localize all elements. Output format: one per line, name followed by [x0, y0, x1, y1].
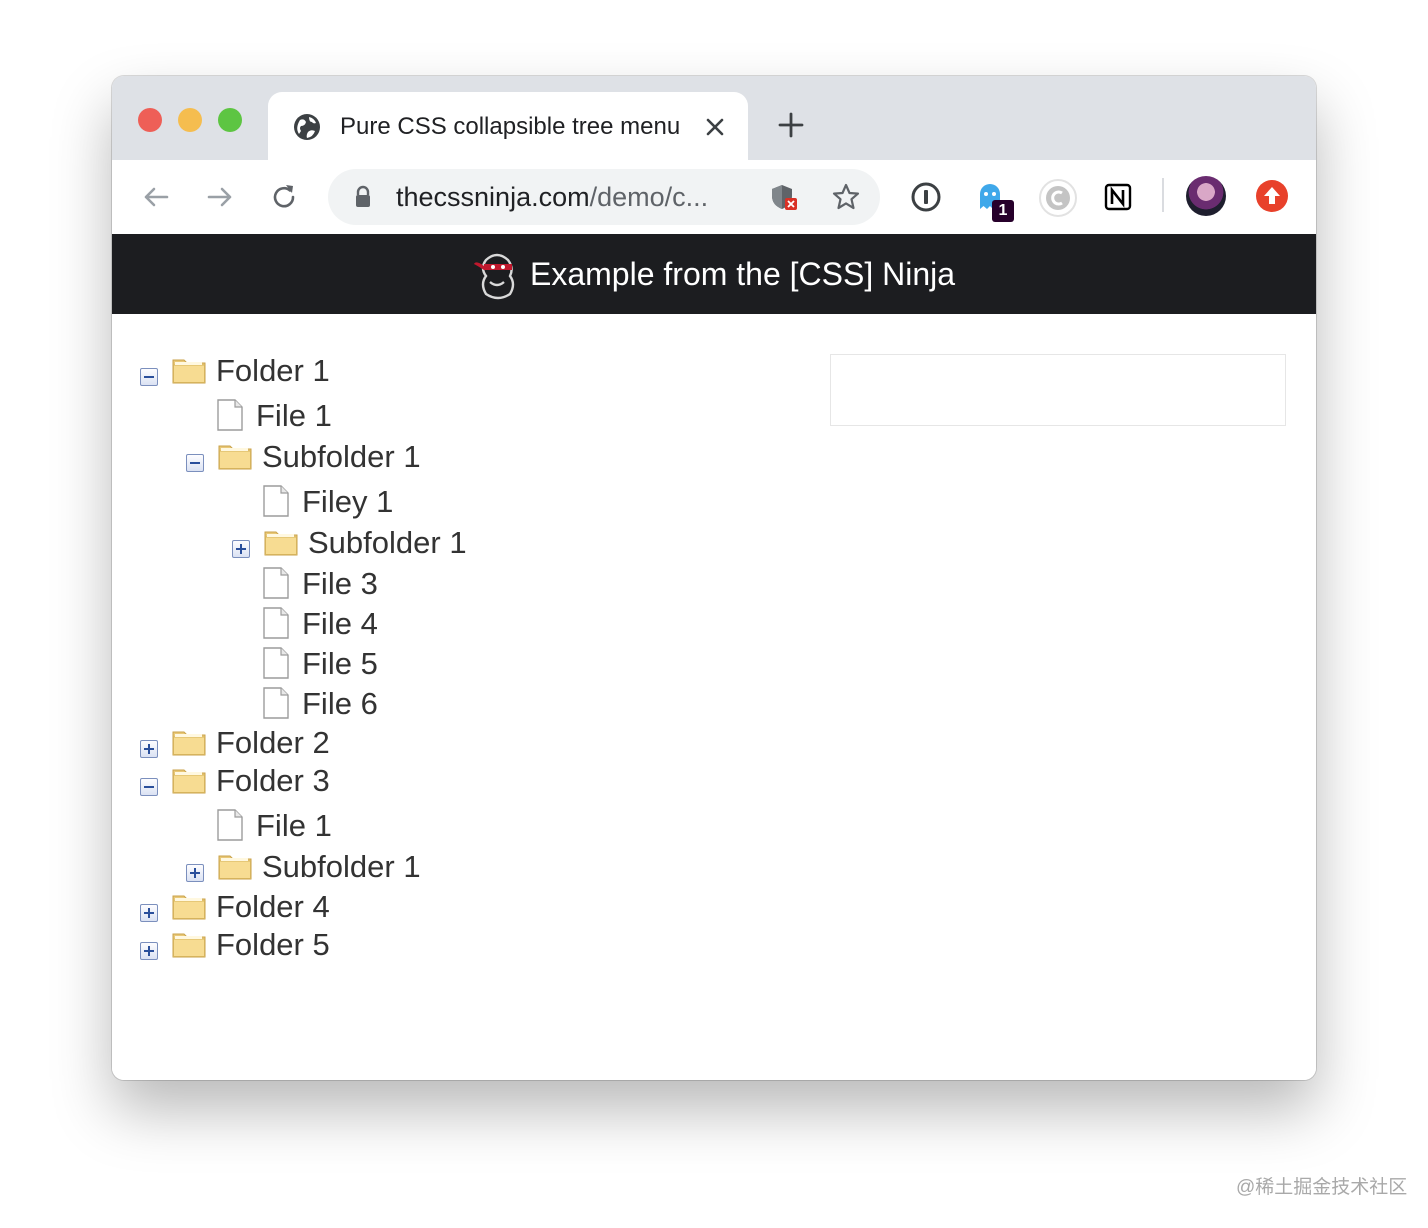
new-tab-icon[interactable] — [776, 110, 806, 140]
active-tab[interactable]: Pure CSS collapsible tree menu | — [268, 92, 748, 160]
tree-file[interactable]: File 5 — [112, 644, 612, 684]
copyright-extension-icon[interactable] — [1038, 178, 1078, 218]
tree-file[interactable]: File 1 — [112, 806, 612, 846]
tree-folder-label[interactable]: Subfolder 1 — [262, 439, 421, 475]
file-icon — [263, 567, 289, 599]
tree-file[interactable]: File 3 — [112, 564, 612, 604]
close-tab-icon[interactable] — [700, 112, 730, 142]
up-arrow-icon — [1264, 187, 1280, 204]
expand-toggle-icon[interactable] — [140, 942, 158, 960]
minimize-window-button[interactable] — [178, 108, 202, 132]
folder-icon — [172, 895, 206, 920]
collapse-toggle-icon[interactable] — [140, 368, 158, 386]
tree-folder[interactable]: Subfolder 1 — [112, 847, 612, 887]
page-title: Example from the [CSS] Ninja — [530, 256, 956, 292]
tab-title: Pure CSS collapsible tree menu | — [340, 113, 682, 140]
folder-icon — [172, 933, 206, 958]
globe-icon — [294, 114, 320, 140]
tree-folder[interactable]: Subfolder 1 — [112, 523, 612, 563]
tree-file-label[interactable]: File 3 — [302, 566, 378, 602]
maximize-window-button[interactable] — [218, 108, 242, 132]
tree-file-label[interactable]: File 4 — [302, 606, 378, 642]
password-manager-icon[interactable] — [910, 181, 942, 213]
tree-file-label[interactable]: Filey 1 — [302, 484, 393, 520]
file-icon — [217, 809, 243, 841]
expand-toggle-icon[interactable] — [232, 540, 250, 558]
folder-icon — [172, 731, 206, 756]
bookmark-star-icon[interactable] — [830, 181, 862, 213]
tree-folder-label[interactable]: Folder 3 — [216, 763, 330, 799]
tree-folder[interactable]: Folder 1 — [112, 351, 612, 391]
file-icon — [263, 607, 289, 639]
tree-file-label[interactable]: File 1 — [256, 808, 332, 844]
collapse-toggle-icon[interactable] — [140, 778, 158, 796]
tree-folder-label[interactable]: Subfolder 1 — [308, 525, 467, 561]
tab-strip: Pure CSS collapsible tree menu | — [112, 76, 1316, 160]
tree-file[interactable]: Filey 1 — [112, 482, 612, 522]
close-window-button[interactable] — [138, 108, 162, 132]
file-icon — [263, 485, 289, 517]
folder-icon — [218, 445, 252, 470]
tree-folder[interactable]: Folder 3 — [112, 761, 612, 801]
tree-file[interactable]: File 4 — [112, 604, 612, 644]
url-path: /demo/c... — [589, 182, 709, 212]
page-content: Folder 1 File 1 Subfolder 1 Filey 1 Subfolde… — [112, 314, 1316, 1080]
folder-icon — [172, 359, 206, 384]
profile-avatar[interactable] — [1186, 176, 1226, 216]
url-host: thecssninja.com — [396, 182, 590, 212]
tree-file[interactable]: File 1 — [112, 396, 612, 436]
browser-window: Pure CSS collapsible tree menu | thecssn… — [112, 76, 1316, 1080]
tree-folder[interactable]: Folder 2 — [112, 723, 612, 763]
file-icon — [217, 399, 243, 431]
ad-placeholder — [830, 354, 1286, 426]
folder-icon — [218, 855, 252, 880]
tree-file-label[interactable]: File 5 — [302, 646, 378, 682]
lock-icon[interactable] — [350, 184, 376, 210]
folder-icon — [172, 769, 206, 794]
tree-folder-label[interactable]: Folder 5 — [216, 927, 330, 963]
collapse-toggle-icon[interactable] — [186, 454, 204, 472]
watermark-text: @稀土掘金技术社区 — [1236, 1177, 1408, 1198]
site-header: Example from the [CSS] Ninja — [112, 234, 1316, 314]
tree-file-label[interactable]: File 6 — [302, 686, 378, 722]
extension-badge: 1 — [992, 200, 1014, 222]
tree-folder-label[interactable]: Folder 1 — [216, 353, 330, 389]
tree-folder-label[interactable]: Folder 4 — [216, 889, 330, 925]
tree-folder[interactable]: Folder 4 — [112, 887, 612, 927]
tracker-blocked-shield-icon[interactable] — [768, 181, 800, 213]
expand-toggle-icon[interactable] — [140, 740, 158, 758]
expand-toggle-icon[interactable] — [140, 904, 158, 922]
forward-arrow-icon[interactable] — [204, 181, 236, 213]
folder-icon — [264, 531, 298, 556]
file-icon — [263, 687, 289, 719]
tree-folder[interactable]: Subfolder 1 — [112, 437, 612, 477]
toolbar-separator — [1162, 178, 1164, 212]
tree-folder-label[interactable]: Folder 2 — [216, 725, 330, 761]
notion-icon[interactable] — [1102, 181, 1134, 213]
file-icon — [263, 647, 289, 679]
ninja-logo-icon — [474, 253, 515, 300]
url-text: thecssninja.com/demo/c... — [396, 182, 708, 212]
address-bar[interactable]: thecssninja.com/demo/c... — [328, 169, 880, 225]
tree-file-label[interactable]: File 1 — [256, 398, 332, 434]
back-arrow-icon[interactable] — [140, 181, 172, 213]
reload-icon[interactable] — [268, 181, 300, 213]
expand-toggle-icon[interactable] — [186, 864, 204, 882]
update-icon[interactable] — [1256, 180, 1288, 212]
browser-toolbar: thecssninja.com/demo/c... 1 — [112, 160, 1316, 235]
tree-folder[interactable]: Folder 5 — [112, 925, 612, 965]
tree-file[interactable]: File 6 — [112, 684, 612, 724]
tree-folder-label[interactable]: Subfolder 1 — [262, 849, 421, 885]
